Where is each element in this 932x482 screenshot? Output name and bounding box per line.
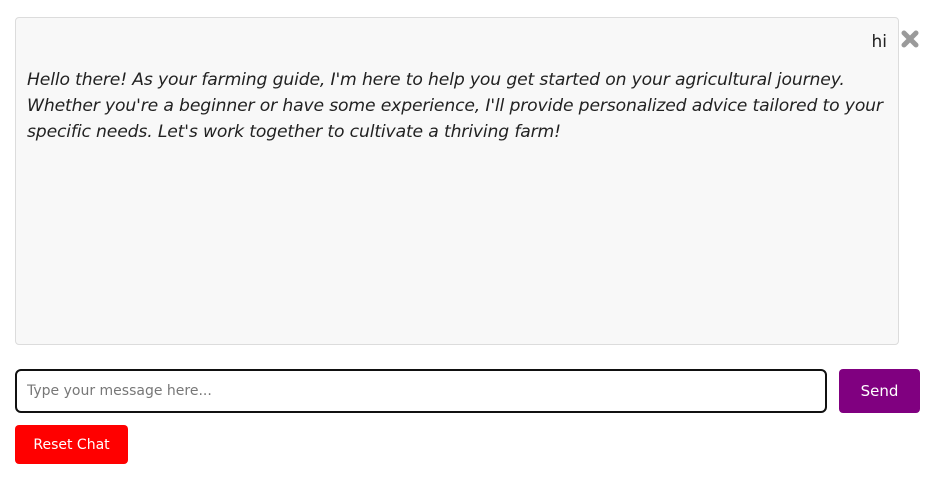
bot-message: Hello there! As your farming guide, I'm …: [27, 70, 883, 142]
send-button[interactable]: Send: [839, 369, 920, 413]
close-icon[interactable]: [901, 30, 919, 48]
reset-chat-button[interactable]: Reset Chat: [15, 425, 128, 464]
user-message: hi: [871, 32, 888, 52]
chat-window: hi Hello there! As your farming guide, I…: [15, 17, 899, 345]
message-input[interactable]: [15, 369, 827, 413]
